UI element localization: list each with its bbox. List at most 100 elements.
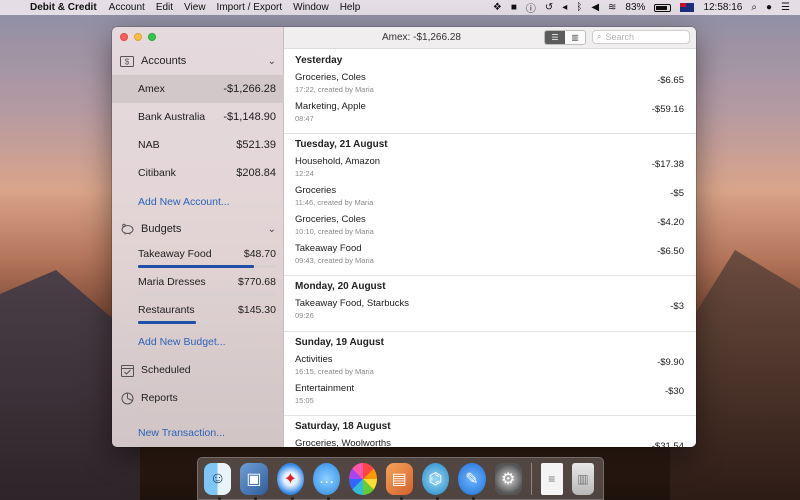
sidebar-item-scheduled[interactable]: Scheduled [112, 359, 284, 381]
zoom-button[interactable] [148, 33, 156, 41]
transaction-row[interactable]: Groceries, Woolworths10:01-$31.54 [284, 438, 696, 447]
day-header: Yesterday [295, 55, 343, 66]
reports-label: Reports [141, 392, 178, 404]
window-controls [120, 33, 156, 41]
transaction-meta: 10:10, created by Maria [295, 226, 374, 236]
preview-icon[interactable]: ▣ [240, 462, 268, 500]
transaction-row[interactable]: Takeaway Food, Starbucks 09:26 -$3 [284, 298, 696, 324]
speaker-icon[interactable]: ◀ [591, 2, 599, 13]
transaction-row[interactable]: Activities 16:15, created by Maria -$9.90 [284, 354, 696, 380]
transaction-meta: 16:15, created by Maria [295, 366, 374, 376]
transaction-row[interactable]: Takeaway Food 09:43, created by Maria -$6.… [284, 243, 696, 269]
account-balance: -$1,266.28 [223, 83, 276, 95]
budget-row-restaurants[interactable]: Restaurants $145.30 [112, 300, 284, 328]
day-header: Tuesday, 21 August [295, 139, 388, 151]
debit-icon[interactable]: ▤ [385, 462, 413, 500]
add-budget-link[interactable]: Add New Budget... [138, 336, 226, 348]
account-row-amex[interactable]: Amex -$1,266.28 [112, 75, 284, 103]
transaction-amount: -$9.90 [657, 356, 684, 368]
transaction-amount: -$3 [670, 301, 684, 313]
transaction-row[interactable]: Groceries 11:46, created by Maria -$5 [284, 185, 696, 211]
app-menu[interactable]: Debit & Credit [30, 2, 97, 13]
search-icon: ⌕ [597, 32, 602, 41]
menu-account[interactable]: Account [109, 2, 145, 13]
transaction-amount: -$6.65 [657, 75, 684, 86]
spotlight-search-icon[interactable]: ⌕ [751, 2, 757, 13]
transaction-description: Groceries, Woolworths [295, 438, 391, 447]
transactions-pane: Amex: -$1,266.28 ☰ ▥ ⌕ Yesterday Grocerie… [284, 27, 696, 447]
finder-icon[interactable]: ☺ [204, 462, 232, 500]
budget-progress-fill [138, 321, 196, 324]
running-indicator [218, 496, 221, 500]
transaction-row[interactable]: Household, Amazon 12:24 -$17.38 [284, 156, 696, 182]
box-icon[interactable]: ■ [511, 2, 517, 13]
chevron-down-icon[interactable]: ⌄ [268, 56, 276, 67]
messages-icon[interactable]: … [312, 462, 341, 500]
menu-edit[interactable]: Edit [156, 2, 173, 13]
safari-icon[interactable]: ✦ [276, 462, 304, 500]
dropbox-icon[interactable]: ❖ [493, 2, 502, 13]
account-name: NAB [138, 139, 160, 151]
info-icon[interactable]: ⓘ [526, 0, 536, 15]
menu-bar: Debit & Credit Account Edit View Import … [0, 0, 800, 15]
chevron-down-icon[interactable]: ⌄ [268, 224, 276, 235]
bluetooth-icon[interactable]: ᛒ [576, 2, 582, 13]
budget-amount: $770.68 [238, 276, 276, 288]
transaction-description: Entertainment [295, 382, 355, 394]
running-indicator [399, 496, 403, 500]
photos-icon[interactable] [349, 462, 377, 495]
clock[interactable]: 12:58:16 [703, 2, 742, 13]
account-balance: $521.39 [236, 139, 276, 151]
pie-chart-icon [119, 391, 135, 405]
search-field: ⌕ [592, 30, 690, 44]
account-name: Bank Australia [138, 111, 206, 123]
budget-row-maria-dresses[interactable]: Maria Dresses $770.68 [112, 272, 284, 300]
input-source-flag-icon[interactable] [680, 3, 695, 12]
transaction-row[interactable]: Entertainment 15:05 -$30 [284, 383, 696, 409]
menu-window[interactable]: Window [293, 2, 329, 13]
battery-percent[interactable]: 83% [625, 2, 645, 13]
budget-name: Takeaway Food [138, 248, 212, 260]
budget-row-takeaway-food[interactable]: Takeaway Food $48.70 [112, 244, 284, 272]
transaction-row[interactable]: Groceries, Coles 17:22, created by Maria -… [284, 72, 696, 98]
menu-view[interactable]: View [184, 2, 206, 13]
mail-alt-icon[interactable]: ⌬ [421, 462, 450, 500]
transaction-amount: -$30 [664, 385, 684, 397]
transaction-description: Groceries, Coles [295, 72, 366, 83]
sidebar-item-reports[interactable]: Reports [112, 387, 284, 409]
notification-center-icon[interactable]: ☰ [781, 2, 790, 13]
trash-icon[interactable]: ▥ [571, 462, 595, 495]
list-view-icon[interactable]: ☰ [545, 31, 565, 44]
piggy-bank-icon [119, 222, 135, 236]
close-button[interactable] [120, 33, 128, 41]
transaction-amount: -$5 [670, 188, 684, 200]
transaction-row[interactable]: Marketing, Apple 08:47 -$59.16 [284, 101, 696, 127]
account-row-bank-australia[interactable]: Bank Australia -$1,148.90 [112, 103, 284, 131]
accounts-section-header[interactable]: $ Accounts ⌄ [112, 50, 284, 72]
user-icon[interactable]: ● [766, 2, 772, 13]
running-indicator [290, 496, 294, 500]
accounts-label: Accounts [141, 55, 187, 67]
time-machine-icon[interactable]: ↺ [545, 2, 553, 13]
menu-import-export[interactable]: Import / Export [217, 2, 283, 13]
transaction-amount: -$59.16 [651, 103, 684, 115]
new-transaction-link[interactable]: New Transaction... [138, 427, 225, 439]
minimize-button[interactable] [134, 33, 142, 41]
search-input[interactable] [605, 32, 682, 42]
transaction-row[interactable]: Groceries, Coles 10:10, created by Maria -… [284, 214, 696, 240]
wifi-icon[interactable]: ≋ [608, 2, 616, 13]
battery-icon[interactable] [654, 3, 672, 12]
budgets-section-header[interactable]: Budgets ⌄ [112, 218, 284, 240]
xcode-icon[interactable]: ✎ [458, 462, 486, 500]
menu-help[interactable]: Help [340, 2, 361, 13]
prefs-icon[interactable]: ⚙ [494, 462, 522, 495]
add-account-link[interactable]: Add New Account... [138, 196, 230, 208]
app-window: $ Accounts ⌄ Amex -$1,266.28 Bank Austra… [112, 27, 696, 447]
volume-icon[interactable]: ◂ [562, 2, 567, 13]
account-row-nab[interactable]: NAB $521.39 [112, 131, 284, 159]
document-icon[interactable]: ≡ [540, 462, 563, 495]
column-view-icon[interactable]: ▥ [565, 31, 585, 44]
account-row-citibank[interactable]: Citibank $208.84 [112, 159, 284, 187]
transaction-amount: -$4.20 [657, 216, 684, 228]
sidebar: $ Accounts ⌄ Amex -$1,266.28 Bank Austra… [112, 27, 284, 447]
